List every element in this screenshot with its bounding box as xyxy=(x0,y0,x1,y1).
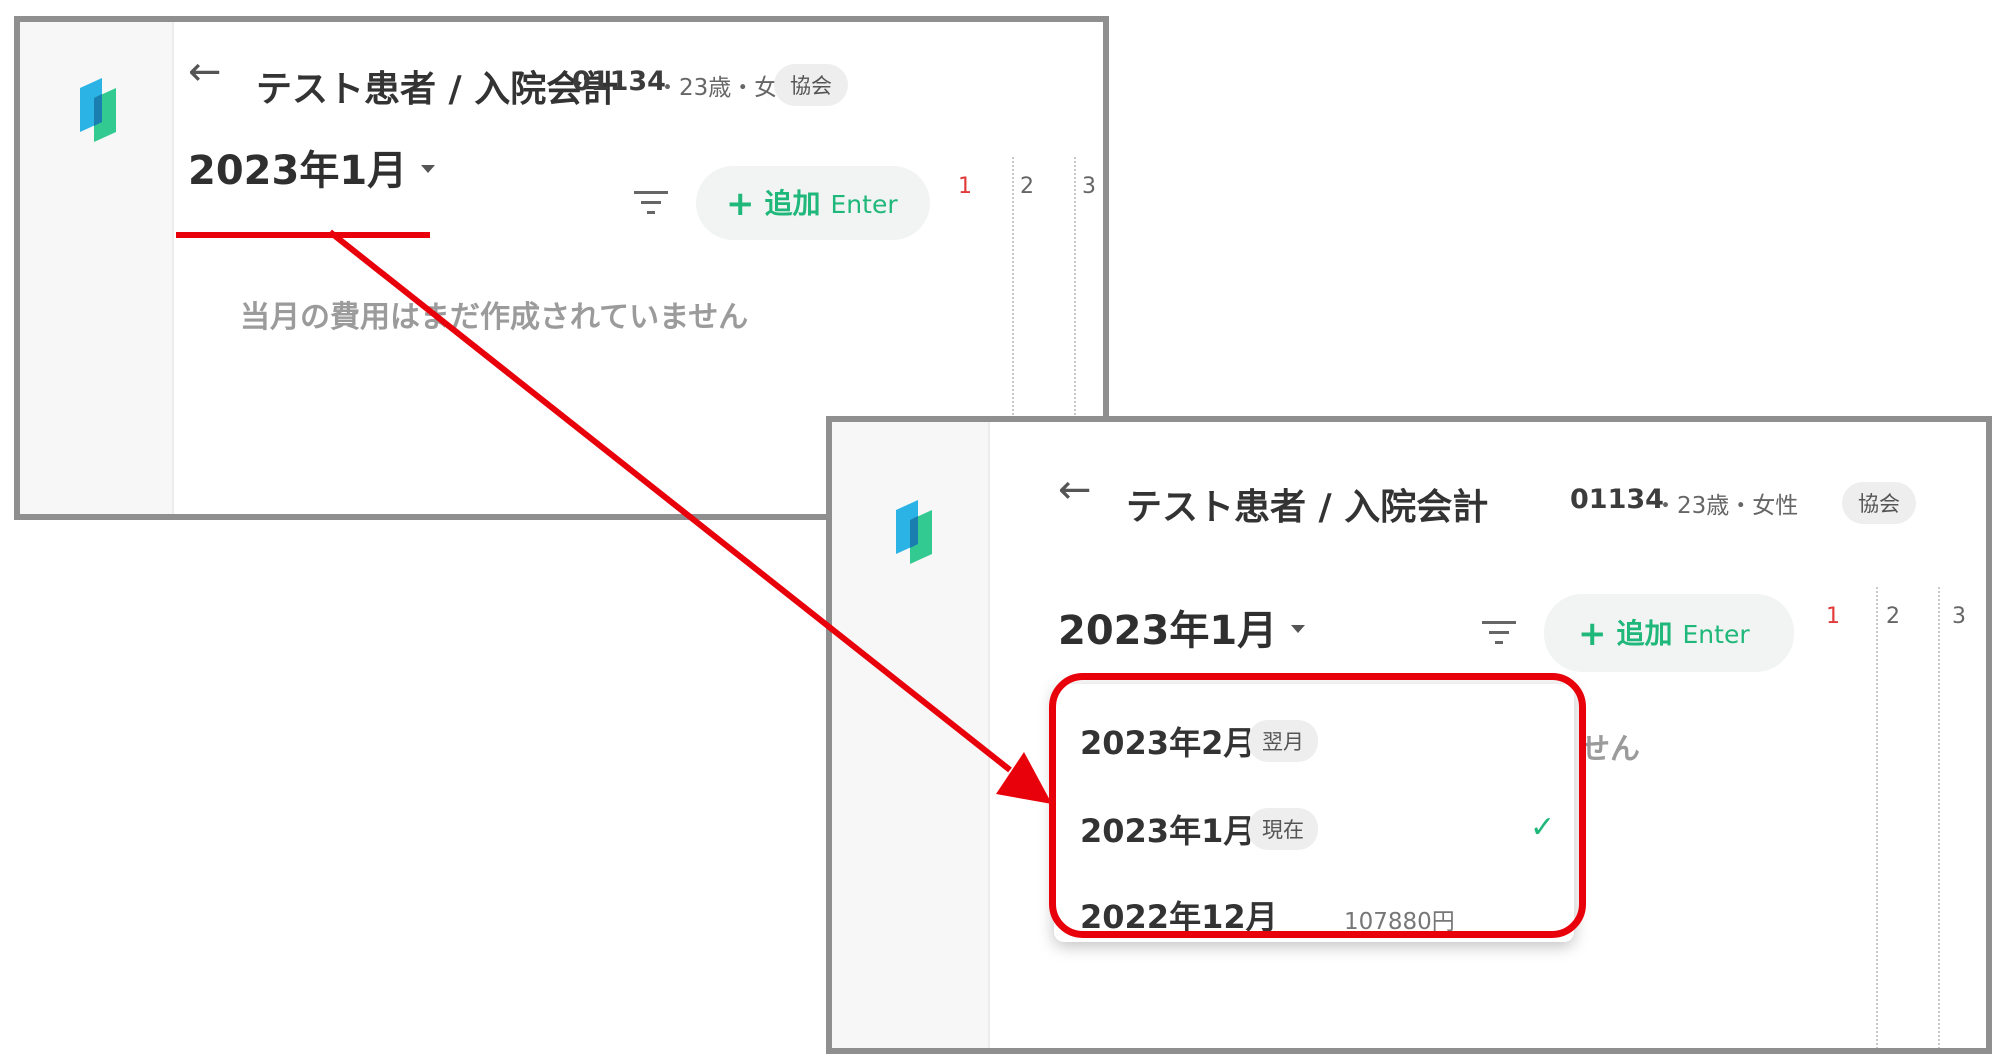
annotation-arrow xyxy=(328,229,1052,804)
